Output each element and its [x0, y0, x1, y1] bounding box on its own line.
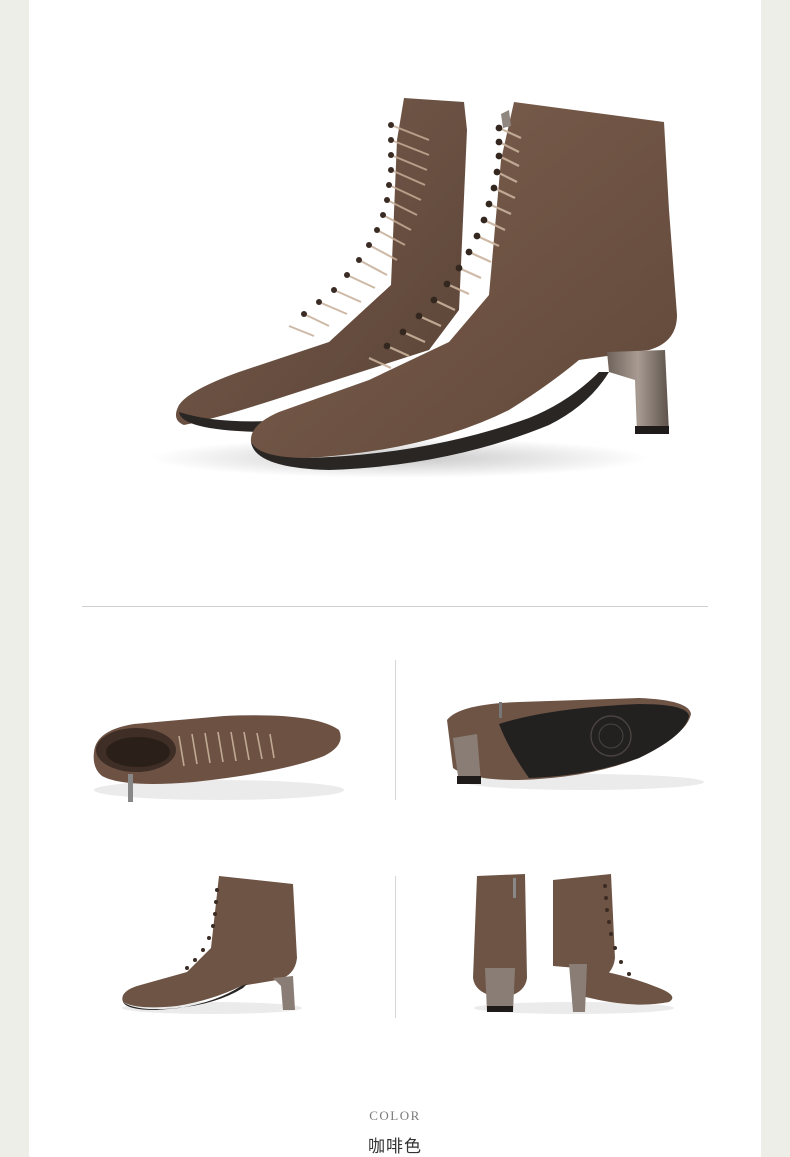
- side-view-image: [122, 876, 302, 1014]
- color-value: 咖啡色: [368, 1137, 422, 1157]
- section-divider: [82, 606, 708, 607]
- column-divider-2: [395, 876, 396, 1018]
- right-margin: [761, 0, 790, 1157]
- back-and-front-view-image: [473, 874, 674, 1014]
- left-margin: [0, 0, 29, 1157]
- hero-boots-image: [149, 98, 677, 478]
- column-divider-1: [395, 660, 396, 800]
- product-detail-page: COLOR 咖啡色: [0, 0, 790, 1157]
- sole-view-image: [447, 698, 704, 790]
- content-panel: COLOR 咖啡色: [29, 0, 761, 1157]
- top-view-image: [93, 715, 344, 802]
- color-label: COLOR: [369, 1108, 421, 1123]
